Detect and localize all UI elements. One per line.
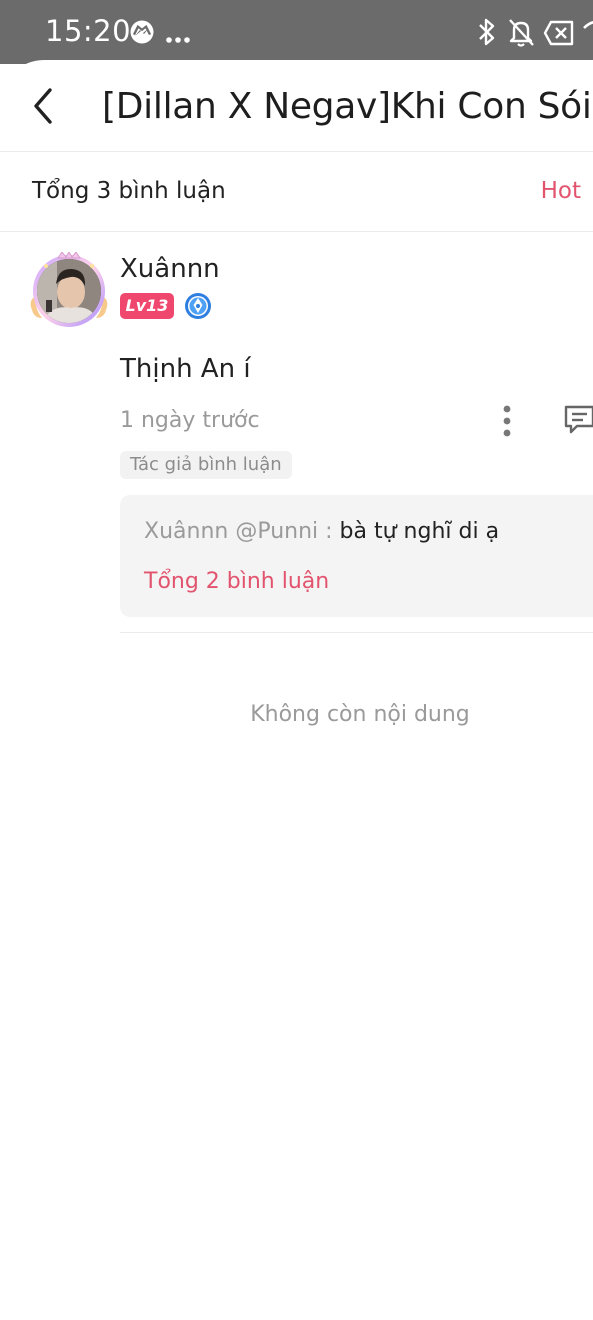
sort-hot-button[interactable]: Hot <box>541 178 581 204</box>
bluetooth-icon <box>476 16 498 53</box>
back-arrow-icon <box>34 88 52 124</box>
more-dots-icon <box>166 30 190 48</box>
reply-line: Xuânnn @Punni : bà tự nghĩ di ạ <box>144 519 499 544</box>
verified-shield-icon <box>184 292 212 320</box>
end-of-content-message: Không còn nội dung <box>250 702 470 727</box>
reply-preview[interactable]: Xuânnn @Punni : bà tự nghĩ di ạ Tổng 2 b… <box>120 495 593 617</box>
reply-username[interactable]: Xuânnn @Punni : <box>144 519 340 544</box>
no-sim-icon <box>543 20 575 51</box>
comments-total: Tổng 3 bình luận <box>32 178 226 204</box>
comments-sheet: [Dillan X Negav]Khi Con Sói Ch Tổng 3 bì… <box>0 60 593 1320</box>
comment-time: 1 ngày trước <box>120 408 260 433</box>
comment-icon <box>564 405 593 434</box>
view-all-replies-link[interactable]: Tổng 2 bình luận <box>144 569 329 594</box>
avatar[interactable] <box>28 251 110 330</box>
comments-count-row: Tổng 3 bình luận Hot <box>0 152 593 232</box>
author-tag: Tác giả bình luận <box>120 451 292 479</box>
reply-button[interactable] <box>562 402 593 436</box>
more-options-button[interactable] <box>496 404 518 438</box>
status-time: 15:20 <box>45 14 132 48</box>
header: [Dillan X Negav]Khi Con Sói Ch <box>0 60 593 152</box>
status-bar: 15:20 <box>0 0 593 64</box>
messenger-icon <box>128 18 156 51</box>
level-badge: Lv13 <box>120 293 174 319</box>
comment-username[interactable]: Xuânnn <box>120 254 220 284</box>
back-button[interactable] <box>28 84 64 128</box>
bell-off-icon <box>506 16 536 53</box>
reply-text: bà tự nghĩ di ạ <box>339 519 500 544</box>
more-vertical-icon <box>503 405 511 437</box>
divider <box>120 632 593 633</box>
wifi-icon <box>582 18 593 51</box>
comment-text: Thịnh An í <box>120 354 251 384</box>
page-title: [Dillan X Negav]Khi Con Sói Ch <box>102 86 593 127</box>
